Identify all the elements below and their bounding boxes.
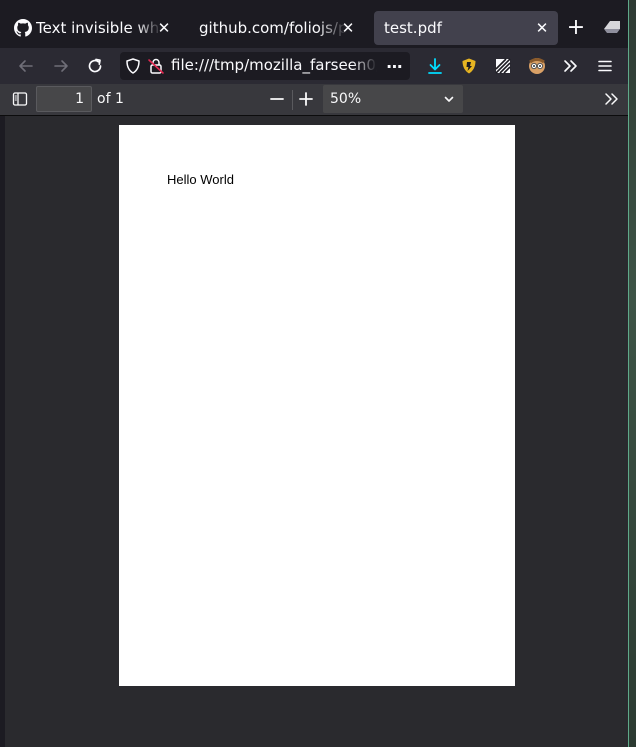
tab-title: github.com/foliojs/pdf [199, 19, 347, 37]
pdf-viewer[interactable]: Hello World [5, 116, 628, 747]
page-number-input[interactable]: 1 [36, 86, 92, 112]
github-icon [14, 19, 32, 37]
tab-close-icon[interactable]: ✕ [154, 18, 174, 38]
pdf-toolbar: 1 of 1 50% [0, 84, 628, 116]
overflow-chevron-icon[interactable] [559, 54, 583, 78]
glasses-extension-icon[interactable] [525, 54, 549, 78]
tab-github-repo[interactable]: github.com/foliojs/pdf ✕ [188, 11, 364, 45]
new-tab-button[interactable]: + [564, 15, 588, 40]
zoom-in-plus-icon[interactable] [294, 87, 318, 111]
url-text[interactable]: file:///tmp/mozilla_farseen0/test.pdf [171, 56, 377, 74]
browser-window: Text invisible when ✕ github.com/foliojs… [0, 0, 629, 747]
tab-list-icon[interactable] [600, 15, 624, 39]
tools-double-chevron-icon[interactable] [600, 87, 624, 111]
lock-insecure-icon[interactable] [146, 56, 166, 76]
reload-icon[interactable] [83, 54, 107, 78]
hamburger-menu-icon[interactable] [593, 54, 617, 78]
tab-title: test.pdf [384, 19, 442, 37]
shield-extension-icon[interactable] [457, 54, 481, 78]
navigation-toolbar: file:///tmp/mozilla_farseen0/test.pdf ⋯ [0, 48, 628, 84]
zoom-divider [292, 90, 293, 110]
zoom-value: 50% [330, 91, 362, 107]
sidebar-toggle-icon[interactable] [8, 87, 32, 111]
chevron-down-icon [443, 93, 455, 105]
forward-arrow-icon[interactable] [49, 54, 73, 78]
tab-github-issue[interactable]: Text invisible when ✕ [8, 11, 180, 45]
tab-title: Text invisible when [36, 19, 162, 37]
pdf-page: Hello World [119, 125, 515, 686]
stripes-extension-icon[interactable] [491, 54, 515, 78]
zoom-out-minus-icon[interactable] [265, 87, 289, 111]
tab-close-icon[interactable]: ✕ [338, 18, 358, 38]
tab-test-pdf[interactable]: test.pdf ✕ [374, 11, 558, 45]
document-text: Hello World [167, 172, 234, 187]
shield-icon[interactable] [124, 57, 142, 75]
tab-strip: Text invisible when ✕ github.com/foliojs… [0, 0, 628, 48]
download-icon[interactable] [423, 54, 447, 78]
zoom-select[interactable]: 50% [323, 85, 463, 113]
back-arrow-icon[interactable] [14, 54, 38, 78]
page-count-label: of 1 [97, 91, 124, 107]
url-bar[interactable]: file:///tmp/mozilla_farseen0/test.pdf ⋯ [120, 52, 410, 80]
tab-close-icon[interactable]: ✕ [532, 18, 552, 38]
page-actions-more-icon[interactable]: ⋯ [384, 55, 406, 77]
